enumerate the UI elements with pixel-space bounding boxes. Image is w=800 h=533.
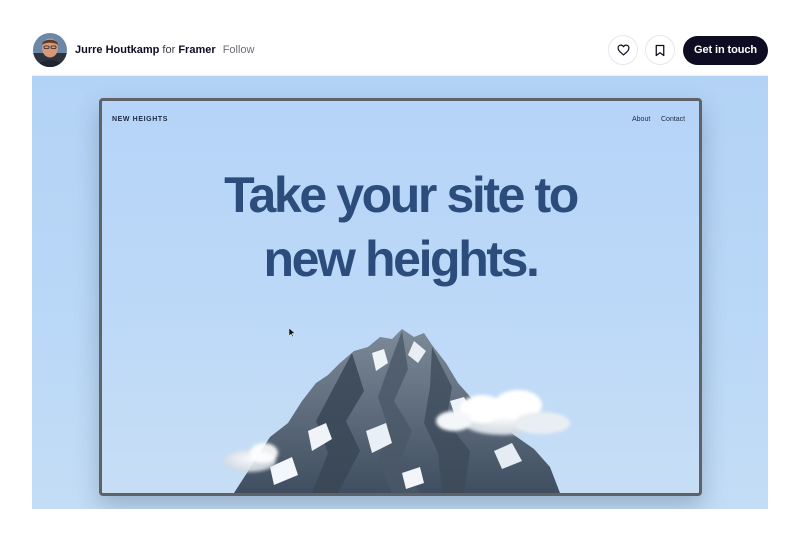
- mouse-cursor-icon: [289, 328, 296, 337]
- team-name[interactable]: Framer: [178, 44, 215, 56]
- save-button[interactable]: [645, 35, 675, 65]
- author-avatar[interactable]: [33, 33, 67, 67]
- hero-heading: Take your site to new heights.: [102, 163, 699, 291]
- website-mockup: NEW HEIGHTS About Contact Take your site…: [99, 98, 702, 496]
- shot-preview: NEW HEIGHTS About Contact Take your site…: [32, 76, 768, 509]
- for-word: for: [162, 44, 176, 56]
- follow-link[interactable]: Follow: [223, 44, 255, 56]
- author-name[interactable]: Jurre Houtkamp: [75, 44, 159, 56]
- hero-line-2: new heights.: [263, 231, 539, 287]
- get-in-touch-button[interactable]: Get in touch: [683, 36, 768, 65]
- mountain-image: [224, 329, 570, 493]
- bookmark-icon: [655, 44, 665, 56]
- site-logo: NEW HEIGHTS: [112, 116, 168, 123]
- heart-icon: [616, 44, 630, 56]
- author-line: Jurre Houtkamp for Framer Follow: [75, 43, 254, 57]
- site-nav-about: About: [632, 116, 651, 123]
- site-nav-contact: Contact: [661, 116, 686, 123]
- like-button[interactable]: [608, 35, 638, 65]
- shot-header: Jurre Houtkamp for Framer Follow Get in …: [0, 0, 800, 76]
- hero-line-1: Take your site to: [224, 167, 579, 223]
